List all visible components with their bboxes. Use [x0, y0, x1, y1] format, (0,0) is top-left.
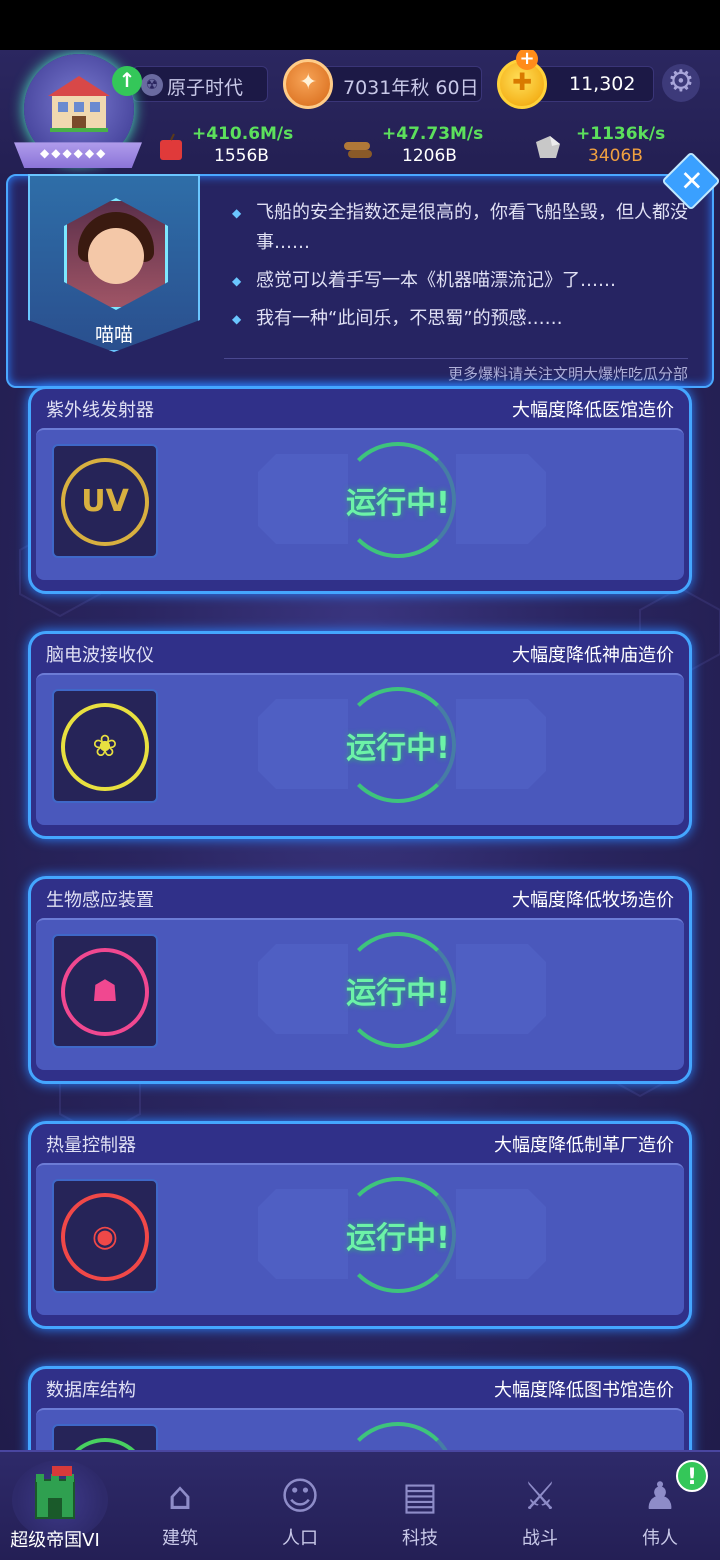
device-card-uv[interactable]: 紫外线发射器 大幅度降低医馆造价 UV 运行中! [28, 386, 692, 594]
device-card-heat-controller[interactable]: 热量控制器 大幅度降低制革厂造价 ◉ 运行中! [28, 1121, 692, 1329]
device-status: 运行中! [346, 976, 450, 1011]
date-indicator[interactable]: 7031年秋 60日 [283, 59, 482, 109]
settings-gear-button[interactable]: ⚙ [662, 64, 700, 102]
device-glyph: ❀ [92, 729, 118, 764]
wood-rate: +47.73M/s [382, 124, 484, 144]
nav-label: 战斗 [522, 1528, 558, 1549]
nav-label: 伟人 [642, 1528, 678, 1549]
nav-tab-population[interactable]: ☺ 人口 [245, 1452, 355, 1560]
house-icon: ⌂ [167, 1474, 193, 1518]
coin-amount: 11,302 [569, 73, 636, 95]
speaker-icon: ◉ [52, 1179, 158, 1293]
wood-total: 1206B [402, 146, 457, 166]
creature-icon: ☗ [52, 934, 158, 1048]
device-title: 数据库结构 [46, 1380, 136, 1401]
device-status: 运行中! [346, 731, 450, 766]
stone-rate: +1136k/s [576, 124, 666, 144]
nav-tab-battle[interactable]: ⚔ 战斗 [485, 1452, 595, 1560]
stone-icon [536, 136, 560, 158]
device-glyph: UV [81, 484, 129, 519]
device-card-bio-sensor[interactable]: 生物感应装置 大幅度降低牧场造价 ☗ 运行中! [28, 876, 692, 1084]
close-icon: ✕ [680, 164, 704, 198]
advisor-message-list: 飞船的安全指数还是很高的，你看飞船坠毁，但人都没事…… 感觉可以着手写一本《机器… [232, 198, 692, 342]
device-status: 运行中! [346, 1221, 450, 1256]
device-title: 紫外线发射器 [46, 400, 154, 421]
building-icon [48, 76, 110, 132]
device-card-brainwave[interactable]: 脑电波接收仪 大幅度降低神庙造价 ❀ 运行中! [28, 631, 692, 839]
advisor-message: 我有一种“此间乐，不思蜀”的预感…… [232, 304, 692, 334]
coin-icon: + [497, 50, 547, 109]
nav-label: 人口 [282, 1528, 318, 1549]
nav-tab-buildings[interactable]: ⌂ 建筑 [125, 1452, 235, 1560]
device-description: 大幅度降低医馆造价 [512, 400, 674, 421]
device-status: 运行中! [346, 486, 450, 521]
advisor-panel: 喵喵 飞船的安全指数还是很高的，你看飞船坠毁，但人都没事…… 感觉可以着手写一本… [6, 151, 720, 388]
game-screen: ☢ 原子时代 7031年秋 60日 + 11,302 ⚙ +410.6M/s 1… [0, 50, 720, 1560]
food-rate: +410.6M/s [192, 124, 294, 144]
add-coins-icon[interactable]: + [516, 50, 538, 70]
era-indicator[interactable]: ☢ 原子时代 [132, 66, 268, 102]
advisor-name: 喵喵 [94, 324, 133, 346]
statue-icon: ♟ [642, 1474, 678, 1518]
date-label: 7031年秋 60日 [343, 77, 479, 99]
status-bar [0, 0, 720, 50]
upgrade-arrow-icon[interactable]: ↑ [112, 66, 142, 96]
device-title: 热量控制器 [46, 1135, 136, 1156]
uv-icon: UV [52, 444, 158, 558]
device-description: 大幅度降低制革厂造价 [494, 1135, 674, 1156]
nav-tab-empire[interactable]: 超级帝国VI [0, 1452, 110, 1560]
nav-label: 科技 [402, 1528, 438, 1549]
food-total: 1556B [214, 146, 269, 166]
apple-icon [160, 133, 182, 160]
bottom-navigation: 超级帝国VI ⌂ 建筑 ☺ 人口 ▤ 科技 ⚔ 战斗 ♟ 伟人 ! [0, 1450, 720, 1560]
resource-stone[interactable]: +1136k/s 3406B [532, 124, 672, 170]
device-glyph: ☗ [91, 974, 119, 1009]
device-description: 大幅度降低神庙造价 [512, 645, 674, 666]
person-icon: ☺ [280, 1474, 320, 1518]
device-glyph: ◉ [91, 1219, 119, 1254]
advisor-footer-link[interactable]: 更多爆料请关注文明大爆炸吃瓜分部 [224, 358, 688, 384]
castle-icon [35, 1466, 75, 1519]
nav-label: 超级帝国VI [10, 1530, 100, 1551]
notification-badge: ! [676, 1460, 708, 1492]
device-description: 大幅度降低图书馆造价 [494, 1380, 674, 1401]
coin-counter[interactable]: + 11,302 [497, 50, 654, 109]
advisor-message: 感觉可以着手写一本《机器喵漂流记》了…… [232, 266, 692, 296]
era-label: 原子时代 [167, 77, 244, 99]
level-dots: ◆◆◆◆◆◆ [40, 146, 108, 160]
autumn-leaf-icon [283, 59, 333, 109]
empire-building-avatar[interactable]: ◆◆◆◆◆◆ ↑ [14, 54, 142, 178]
nav-label: 建筑 [162, 1528, 198, 1549]
swords-icon: ⚔ [522, 1474, 558, 1518]
nav-tab-technology[interactable]: ▤ 科技 [365, 1452, 475, 1560]
device-description: 大幅度降低牧场造价 [512, 890, 674, 911]
resource-wood[interactable]: +47.73M/s 1206B [342, 124, 484, 170]
stone-total: 3406B [588, 146, 643, 166]
brain-icon: ❀ [52, 689, 158, 803]
device-title: 脑电波接收仪 [46, 645, 154, 666]
radiation-icon: ☢ [141, 74, 163, 96]
advisor-face [88, 228, 144, 284]
advisor-message: 飞船的安全指数还是很高的，你看飞船坠毁，但人都没事…… [232, 198, 692, 258]
device-title: 生物感应装置 [46, 890, 154, 911]
book-icon: ▤ [402, 1474, 438, 1518]
wood-icon [344, 142, 372, 158]
resource-food[interactable]: +410.6M/s 1556B [156, 124, 296, 170]
